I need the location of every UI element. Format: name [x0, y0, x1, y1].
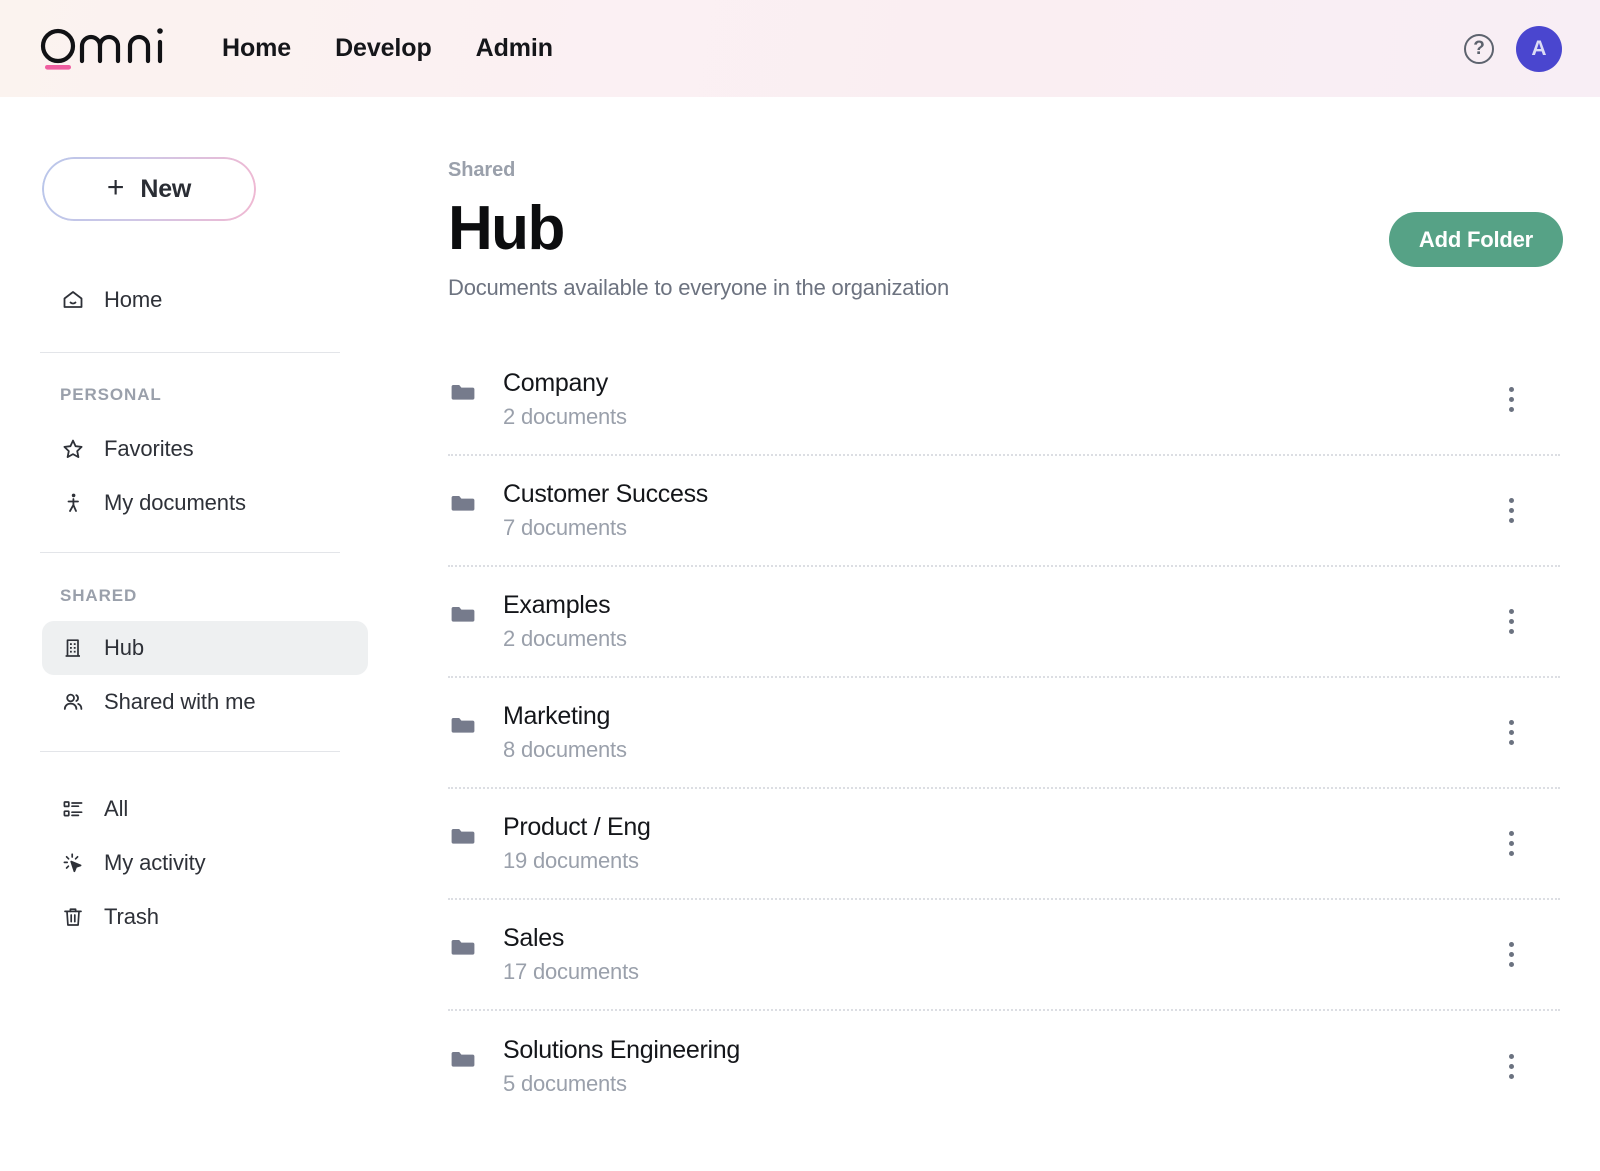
folder-icon [450, 824, 476, 850]
sidebar-item-all-label: All [104, 796, 128, 822]
new-button[interactable]: + New [42, 157, 256, 221]
folder-document-count: 19 documents [503, 848, 651, 874]
sidebar-item-trash[interactable]: Trash [42, 890, 368, 944]
table-row[interactable]: Sales 17 documents [448, 900, 1560, 1011]
sidebar-item-shared-with-me-label: Shared with me [104, 689, 255, 715]
sidebar-section-personal: PERSONAL [0, 385, 400, 405]
row-menu-button[interactable] [1494, 716, 1528, 750]
row-menu-button[interactable] [1494, 383, 1528, 417]
topnav-item-develop[interactable]: Develop [313, 28, 454, 69]
trash-icon [60, 904, 86, 930]
sidebar-item-favorites-label: Favorites [104, 436, 194, 462]
sidebar-item-trash-label: Trash [104, 904, 159, 930]
row-menu-button[interactable] [1494, 827, 1528, 861]
sidebar-item-favorites[interactable]: Favorites [42, 422, 368, 476]
avatar[interactable]: A [1516, 26, 1562, 72]
list-icon [60, 796, 86, 822]
folder-icon [450, 380, 476, 406]
row-menu-button[interactable] [1494, 494, 1528, 528]
folder-icon [450, 602, 476, 628]
cursor-click-icon [60, 850, 86, 876]
folder-icon [450, 1047, 476, 1073]
main-content: Shared Hub Documents available to everyo… [400, 97, 1600, 1171]
table-row[interactable]: Product / Eng 19 documents [448, 789, 1560, 900]
person-walking-icon [60, 490, 86, 516]
row-menu-button[interactable] [1494, 938, 1528, 972]
table-row[interactable]: Company 2 documents [448, 345, 1560, 456]
omni-logo[interactable] [40, 22, 170, 72]
page-subtitle: Documents available to everyone in the o… [448, 275, 1560, 301]
people-icon [60, 689, 86, 715]
folder-name: Product / Eng [503, 813, 651, 842]
breadcrumb: Shared [448, 159, 1560, 182]
folder-document-count: 5 documents [503, 1071, 740, 1097]
folder-document-count: 17 documents [503, 959, 639, 985]
page-header: Shared Hub Documents available to everyo… [400, 97, 1600, 301]
sidebar-item-my-activity-label: My activity [104, 850, 206, 876]
topnav-item-admin[interactable]: Admin [454, 28, 575, 69]
help-icon[interactable]: ? [1464, 34, 1494, 64]
folder-name: Examples [503, 591, 627, 620]
sidebar-item-my-documents-label: My documents [104, 490, 246, 516]
plus-icon: + [107, 173, 125, 203]
folder-icon [450, 713, 476, 739]
star-icon [60, 436, 86, 462]
folder-icon [450, 935, 476, 961]
building-icon [60, 635, 86, 661]
table-row[interactable]: Customer Success 7 documents [448, 456, 1560, 567]
sidebar: + New Home PERSONAL Favorites [0, 97, 400, 1171]
home-icon [60, 287, 86, 313]
sidebar-item-all[interactable]: All [42, 782, 368, 836]
table-row[interactable]: Marketing 8 documents [448, 678, 1560, 789]
table-row[interactable]: Examples 2 documents [448, 567, 1560, 678]
folder-document-count: 8 documents [503, 737, 627, 763]
sidebar-item-hub-label: Hub [104, 635, 144, 661]
folder-name: Company [503, 369, 627, 398]
table-row[interactable]: Solutions Engineering 5 documents [448, 1011, 1560, 1122]
new-button-label: New [140, 175, 191, 204]
row-menu-button[interactable] [1494, 1050, 1528, 1084]
sidebar-item-home-label: Home [104, 287, 162, 313]
folder-document-count: 7 documents [503, 515, 708, 541]
folder-document-count: 2 documents [503, 626, 627, 652]
sidebar-item-shared-with-me[interactable]: Shared with me [42, 675, 368, 729]
top-navigation-bar: Home Develop Admin ? A [0, 0, 1600, 97]
topbar-right-cluster: ? A [1464, 0, 1562, 97]
folder-name: Customer Success [503, 480, 708, 509]
sidebar-item-home[interactable]: Home [42, 273, 368, 327]
folder-name: Solutions Engineering [503, 1036, 740, 1065]
sidebar-item-my-documents[interactable]: My documents [42, 476, 368, 530]
row-menu-button[interactable] [1494, 605, 1528, 639]
top-nav-items: Home Develop Admin [222, 0, 575, 97]
sidebar-item-hub[interactable]: Hub [42, 621, 368, 675]
folder-icon [450, 491, 476, 517]
add-folder-button[interactable]: Add Folder [1389, 212, 1563, 267]
sidebar-section-shared: SHARED [0, 586, 400, 606]
folder-document-count: 2 documents [503, 404, 627, 430]
topnav-item-home[interactable]: Home [222, 28, 313, 69]
folder-name: Sales [503, 924, 639, 953]
folder-list: Company 2 documents Customer Success 7 d… [400, 345, 1600, 1122]
folder-name: Marketing [503, 702, 627, 731]
sidebar-item-my-activity[interactable]: My activity [42, 836, 368, 890]
